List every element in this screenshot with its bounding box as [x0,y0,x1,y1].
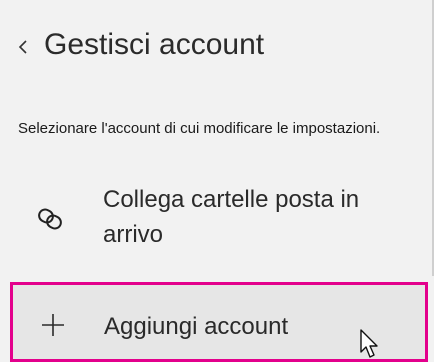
back-button[interactable] [6,22,40,72]
panel-header: Gestisci account [0,18,420,74]
add-account-label: Aggiungi account [104,313,289,340]
instruction-text: Selezionare l'account di cui modificare … [18,120,381,137]
link-inboxes-label: Collega cartelle posta in arrivo [103,186,360,248]
link-icon [38,208,62,230]
chevron-left-icon [18,40,27,54]
page-title: Gestisci account [44,28,265,61]
link-inboxes-button[interactable]: Collega cartelle posta in arrivo [0,182,430,264]
manage-accounts-panel: Gestisci account Selezionare l'account d… [0,0,434,362]
plus-icon [42,314,64,336]
add-account-button[interactable]: Aggiungi account [10,282,428,362]
